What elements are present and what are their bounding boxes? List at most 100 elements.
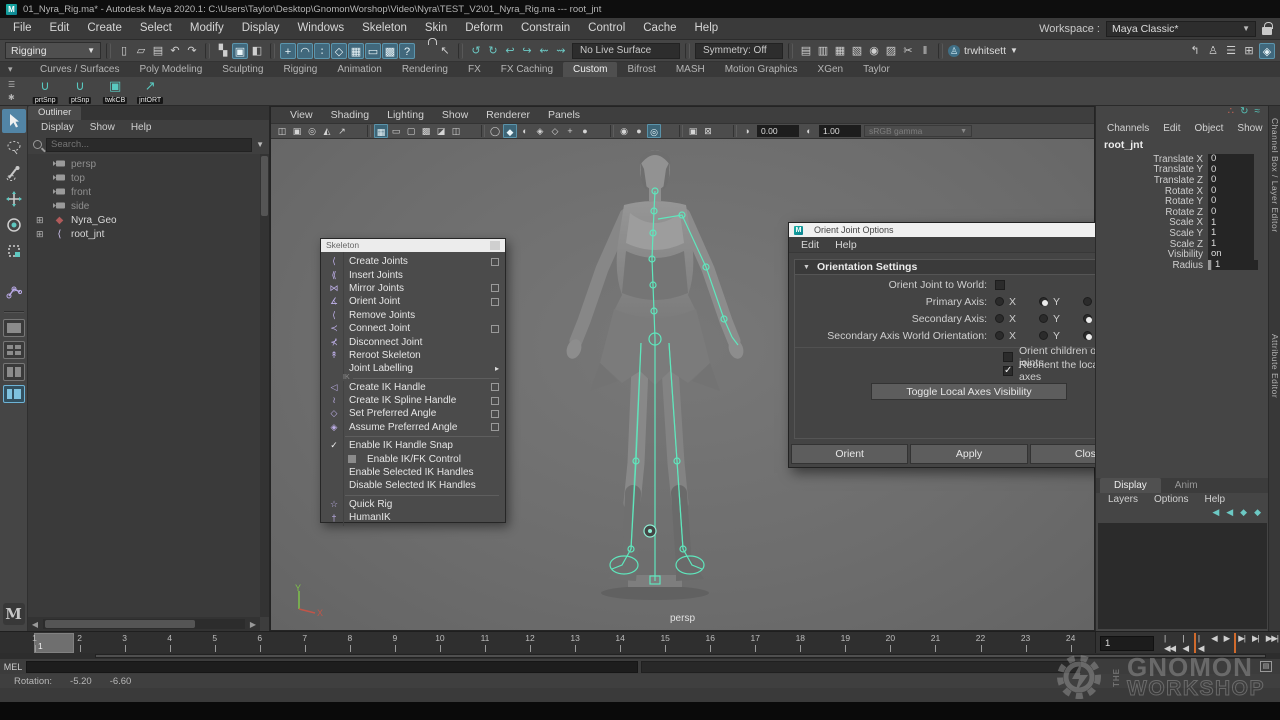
channel-reset-icon[interactable]: ↻	[1240, 106, 1248, 121]
script-editor-icon[interactable]: ▤	[1260, 661, 1272, 672]
signin-dropdown[interactable]: ♙ trwhitsett ▼	[948, 45, 1018, 57]
root-manipulator[interactable]	[644, 525, 656, 537]
snap-icon[interactable]: ◇	[331, 43, 347, 59]
file-op-icon[interactable]: ▤	[150, 43, 166, 59]
sidebar-toggle-icon[interactable]: ◈	[1259, 43, 1275, 59]
section-header[interactable]: ▼ Orientation Settings	[795, 260, 1143, 275]
menu-item[interactable]: Constrain	[512, 18, 579, 39]
menu-item[interactable]: ≀ Create IK Spline Handle ▸	[321, 394, 505, 407]
viewport-toolbar-icon[interactable]: ●	[632, 124, 646, 138]
frame-cell[interactable]: 2	[57, 632, 102, 654]
shelf-tab[interactable]: Curves / Surfaces	[30, 62, 129, 77]
construction-history-icon[interactable]: ↺	[468, 43, 484, 59]
layer-list[interactable]	[1098, 523, 1267, 629]
exposure-icon[interactable]: ◑	[740, 124, 754, 138]
frame-cell[interactable]: 14	[598, 632, 643, 654]
viewport-toolbar-icon[interactable]: ◐	[518, 124, 532, 138]
channel-value-field[interactable]: 1	[1212, 260, 1258, 271]
paint-select-tool[interactable]	[2, 161, 26, 185]
viewport-toolbar-icon[interactable]: ▦	[374, 124, 388, 138]
menu-item[interactable]: ⊀ Disconnect Joint ▸	[321, 335, 505, 348]
outliner-menu-item[interactable]: Help	[124, 120, 159, 135]
time-slider[interactable]: 1 1 2 3 4 5	[0, 631, 1280, 653]
outliner-search-input[interactable]	[46, 138, 252, 152]
menu-item[interactable]: ⟪ Insert Joints ▸	[321, 268, 505, 281]
layer-editor-menu-item[interactable]: Options	[1146, 493, 1196, 507]
frame-cell[interactable]: 17	[733, 632, 778, 654]
highlight-selection-icon[interactable]: ↖	[437, 43, 453, 59]
snap-icon[interactable]: ▩	[382, 43, 398, 59]
selection-mask-icon[interactable]: ▚	[215, 43, 231, 59]
layer-create-icon[interactable]: ◀	[1226, 507, 1233, 521]
menu-item[interactable]: Help	[686, 18, 728, 39]
outliner-item[interactable]: ⊞ ⟨ root_jnt	[28, 227, 260, 241]
channel-row[interactable]: Translate Z 0	[1096, 175, 1268, 186]
viewport-toolbar-icon[interactable]: ▣	[686, 124, 700, 138]
menu-item[interactable]: Deform	[456, 18, 512, 39]
workspace-lock-icon[interactable]	[1262, 27, 1272, 35]
shelf-tab[interactable]: Taylor	[853, 62, 900, 77]
viewport-toolbar-icon[interactable]: ◫	[449, 124, 463, 138]
frame-cell[interactable]: 3	[102, 632, 147, 654]
outliner-item[interactable]: front	[28, 185, 260, 199]
menu-item[interactable]: Enable Selected IK Handles ▸	[321, 466, 505, 479]
select-tool[interactable]	[2, 109, 26, 133]
gamma-icon[interactable]: ◐	[802, 124, 816, 138]
mel-label[interactable]: MEL	[0, 662, 26, 672]
frame-cell[interactable]: 16	[688, 632, 733, 654]
channel-row[interactable]: Radius 1	[1096, 260, 1268, 271]
viewport-toolbar-icon[interactable]: ◯	[488, 124, 502, 138]
layer-create-icon[interactable]: ◀	[1212, 507, 1219, 521]
frame-cell[interactable]: 8	[327, 632, 372, 654]
channel-row[interactable]: Scale Z 1	[1096, 239, 1268, 250]
render-icon[interactable]: ‖	[917, 43, 933, 59]
render-icon[interactable]: ◉	[866, 43, 882, 59]
shelf-item-menu-icon[interactable]: ☰	[8, 80, 15, 89]
outliner-item[interactable]: ⊞ ◆ Nyra_Geo	[28, 213, 260, 227]
frame-cell[interactable]: 4	[147, 632, 192, 654]
lasso-tool[interactable]	[2, 135, 26, 159]
selection-mask-icon[interactable]: ▣	[232, 43, 248, 59]
frame-cell[interactable]: 23	[1003, 632, 1048, 654]
channel-value-field[interactable]: 0	[1208, 207, 1254, 218]
menu-item[interactable]: ↟ Reroot Skeleton ▸	[321, 349, 505, 362]
current-frame-field[interactable]	[1100, 636, 1154, 651]
outliner-menu-item[interactable]: Show	[83, 120, 122, 135]
symmetry-field[interactable]: Symmetry: Off	[695, 43, 783, 59]
frame-cell[interactable]: 24	[1048, 632, 1093, 654]
expand-icon[interactable]: ⊞	[36, 229, 44, 240]
viewport-toolbar-icon[interactable]: ◎	[647, 124, 661, 138]
layout-single-pane-button[interactable]	[3, 319, 25, 337]
shelf-button[interactable]: ∪ ptSnp	[64, 78, 96, 105]
layer-create-icon[interactable]: ◆	[1254, 507, 1261, 521]
shelf-tab[interactable]: MASH	[666, 62, 715, 77]
reorient-scale-checkbox[interactable]	[1003, 366, 1013, 376]
menu-item[interactable]: Edit	[41, 18, 79, 39]
outliner-menu-item[interactable]: Display	[34, 120, 81, 135]
orient-world-checkbox[interactable]	[995, 280, 1005, 290]
viewport-toolbar-icon[interactable]	[350, 124, 364, 138]
live-surface-field[interactable]: No Live Surface	[572, 43, 680, 59]
scroll-right-icon[interactable]: ▶	[246, 620, 260, 629]
frame-cell[interactable]: 11	[462, 632, 507, 654]
playback-button[interactable]: |◀	[1194, 633, 1206, 654]
move-tool[interactable]	[2, 187, 26, 211]
menu-item[interactable]: Disable Selected IK Handles ▸	[321, 479, 505, 492]
menu-item[interactable]: Create	[78, 18, 131, 39]
viewport-toolbar-icon[interactable]: ◎	[305, 124, 319, 138]
frame-cell[interactable]: 7	[282, 632, 327, 654]
menu-item[interactable]: ◈ Assume Preferred Angle ▸	[321, 421, 505, 434]
frame-cell[interactable]: 19	[823, 632, 868, 654]
viewport-toolbar-icon[interactable]	[716, 124, 730, 138]
outliner-item[interactable]: side	[28, 199, 260, 213]
viewport-toolbar-icon[interactable]	[464, 124, 478, 138]
layout-two-pane-button[interactable]	[3, 363, 25, 381]
panel-menu-item[interactable]: Show	[433, 109, 477, 121]
option-box-icon[interactable]	[491, 423, 499, 431]
channel-row[interactable]: Rotate X 0	[1096, 186, 1268, 197]
layer-create-icon[interactable]: ◆	[1240, 507, 1247, 521]
shelf-tab[interactable]: Rendering	[392, 62, 458, 77]
channel-row[interactable]: Visibility on	[1096, 249, 1268, 260]
tearoff-grip[interactable]	[490, 241, 500, 250]
viewport-toolbar-icon[interactable]: ●	[578, 124, 592, 138]
